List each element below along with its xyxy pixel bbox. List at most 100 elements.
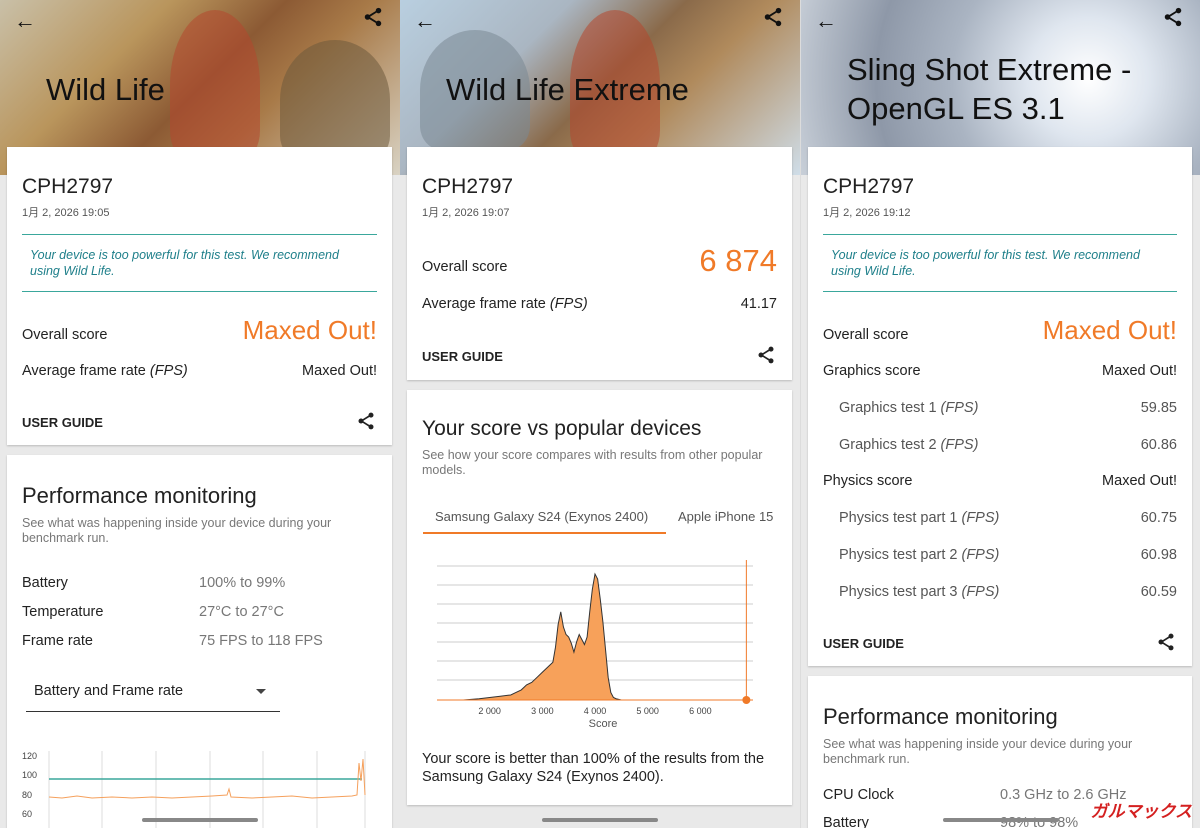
fps-unit: (FPS) (961, 547, 1000, 563)
compare-title: Your score vs popular devices (422, 417, 702, 440)
wild-life-panel: ← Wild Life CPH2797 1月 2, 2026 19:05 You… (0, 0, 400, 828)
active-tab-indicator (423, 532, 666, 534)
physics-test-1-row: Physics test part 1 (FPS) 60.75 (839, 510, 1177, 526)
warning-note: Your device is too powerful for this tes… (823, 234, 1177, 292)
perf-subtitle: See what was happening inside your devic… (823, 737, 1133, 766)
graphics-test-2-row: Graphics test 2 (FPS) 60.86 (839, 437, 1177, 453)
device-name: CPH2797 (22, 175, 114, 198)
watermark-logo: ガルマックス (1090, 802, 1193, 821)
x-tick-label: 6 000 (689, 706, 712, 716)
back-arrow-icon[interactable]: ← (414, 8, 436, 34)
page-title: Wild Life (46, 72, 165, 107)
physics-score-value: Maxed Out! (1102, 473, 1177, 489)
graphics-score-row: Graphics score Maxed Out! (823, 363, 1177, 379)
graphics-test-1-label: Graphics test 1 (839, 400, 937, 416)
temperature-row: Temperature 27°C to 27°C (22, 604, 377, 620)
y-tick: 60 (22, 809, 32, 819)
chevron-down-icon (256, 689, 266, 694)
overall-score-label: Overall score (22, 327, 108, 343)
graphics-score-value: Maxed Out! (1102, 363, 1177, 379)
title-line-1: Sling Shot Extreme - (847, 52, 1132, 87)
chart-type-select[interactable]: Battery and Frame rate (26, 683, 280, 712)
tab-apple-iphone-15[interactable]: Apple iPhone 15 (678, 509, 773, 524)
framerate-value: 75 FPS to 118 FPS (199, 633, 323, 649)
result-card: CPH2797 1月 2, 2026 19:12 Your device is … (808, 147, 1192, 666)
overall-score-label: Overall score (422, 259, 508, 275)
fps-value: Maxed Out! (302, 363, 377, 379)
distribution-area (437, 572, 622, 701)
result-date: 1月 2, 2026 19:07 (422, 207, 510, 219)
performance-card: Performance monitoring See what was happ… (7, 455, 392, 828)
fps-label: Average frame rate (422, 296, 546, 312)
graphics-test-1-row: Graphics test 1 (FPS) 59.85 (839, 400, 1177, 416)
fps-unit: (FPS) (940, 437, 979, 453)
physics-test-2-row: Physics test part 2 (FPS) 60.98 (839, 547, 1177, 563)
perf-title: Performance monitoring (22, 483, 257, 508)
title-line-2: OpenGL ES 3.1 (847, 91, 1065, 126)
physics-test-1-value: 60.75 (1140, 510, 1177, 526)
cpu-clock-label: CPU Clock (823, 787, 894, 803)
physics-score-row: Physics score Maxed Out! (823, 473, 1177, 489)
result-date: 1月 2, 2026 19:12 (823, 207, 911, 219)
overall-score-value: Maxed Out! (242, 315, 377, 345)
share-icon[interactable] (762, 6, 784, 28)
home-indicator[interactable] (142, 818, 258, 822)
framerate-label: Frame rate (22, 633, 93, 649)
y-tick: 100 (22, 770, 37, 780)
sling-shot-extreme-panel: ← Sling Shot Extreme - OpenGL ES 3.1 CPH2… (801, 0, 1200, 828)
page-title: Sling Shot Extreme - OpenGL ES 3.1 (847, 50, 1131, 128)
score-distribution-chart: 2 000 3 000 4 000 5 000 6 000 Score (437, 560, 753, 730)
perf-title: Performance monitoring (823, 704, 1058, 729)
battery-value: 100% to 99% (199, 575, 286, 591)
fps-unit: (FPS) (961, 510, 1000, 526)
y-tick: 120 (22, 751, 37, 761)
share-icon[interactable] (1162, 6, 1184, 28)
physics-test-2-value: 60.98 (1140, 547, 1177, 563)
battery-label: Battery (22, 575, 68, 591)
result-card: CPH2797 1月 2, 2026 19:07 Overall score 6… (407, 147, 792, 380)
share-icon[interactable] (756, 345, 776, 365)
overall-score-value: Maxed Out! (1042, 315, 1177, 345)
y-tick: 80 (22, 790, 32, 800)
share-icon[interactable] (356, 411, 376, 431)
user-guide-link[interactable]: USER GUIDE (22, 415, 103, 430)
fps-unit: (FPS) (961, 584, 1000, 600)
fps-unit: (FPS) (940, 400, 979, 416)
overall-score-row: Overall score 6 874 (422, 243, 777, 279)
tab-samsung-galaxy-s24[interactable]: Samsung Galaxy S24 (Exynos 2400) (435, 509, 648, 524)
select-value: Battery and Frame rate (34, 683, 184, 699)
back-arrow-icon[interactable]: ← (815, 8, 837, 34)
share-icon[interactable] (362, 6, 384, 28)
fps-row: Average frame rate (FPS) 41.17 (422, 296, 777, 312)
x-tick-label: 3 000 (531, 706, 554, 716)
user-guide-link[interactable]: USER GUIDE (422, 349, 503, 364)
share-icon[interactable] (1156, 632, 1176, 652)
graphics-test-2-label: Graphics test 2 (839, 437, 937, 453)
home-indicator[interactable] (942, 818, 1059, 822)
graphics-test-2-value: 60.86 (1140, 437, 1177, 453)
physics-score-label: Physics score (823, 473, 913, 489)
comparison-card: Your score vs popular devices See how yo… (407, 390, 792, 805)
result-card: CPH2797 1月 2, 2026 19:05 Your device is … (7, 147, 392, 445)
compare-subtitle: See how your score compares with results… (422, 448, 763, 477)
home-indicator[interactable] (542, 818, 658, 822)
page-title: Wild Life Extreme (446, 72, 689, 107)
fps-value: 41.17 (740, 296, 777, 312)
temperature-value: 27°C to 27°C (199, 604, 284, 620)
overall-score-row: Overall score Maxed Out! (823, 315, 1177, 346)
back-arrow-icon[interactable]: ← (14, 8, 36, 34)
physics-test-3-row: Physics test part 3 (FPS) 60.59 (839, 584, 1177, 600)
framerate-row: Frame rate 75 FPS to 118 FPS (22, 633, 377, 649)
x-tick-label: 5 000 (636, 706, 659, 716)
temperature-label: Temperature (22, 604, 104, 620)
device-name: CPH2797 (823, 175, 915, 198)
user-guide-link[interactable]: USER GUIDE (823, 636, 904, 651)
physics-test-3-value: 60.59 (1140, 584, 1177, 600)
battery-row: Battery 100% to 99% (22, 575, 377, 591)
graphics-score-label: Graphics score (823, 363, 921, 379)
graphics-test-1-value: 59.85 (1140, 400, 1177, 416)
overall-score-value: 6 874 (699, 243, 777, 278)
your-score-marker (742, 696, 751, 704)
physics-test-3-label: Physics test part 3 (839, 584, 958, 600)
result-date: 1月 2, 2026 19:05 (22, 207, 110, 219)
